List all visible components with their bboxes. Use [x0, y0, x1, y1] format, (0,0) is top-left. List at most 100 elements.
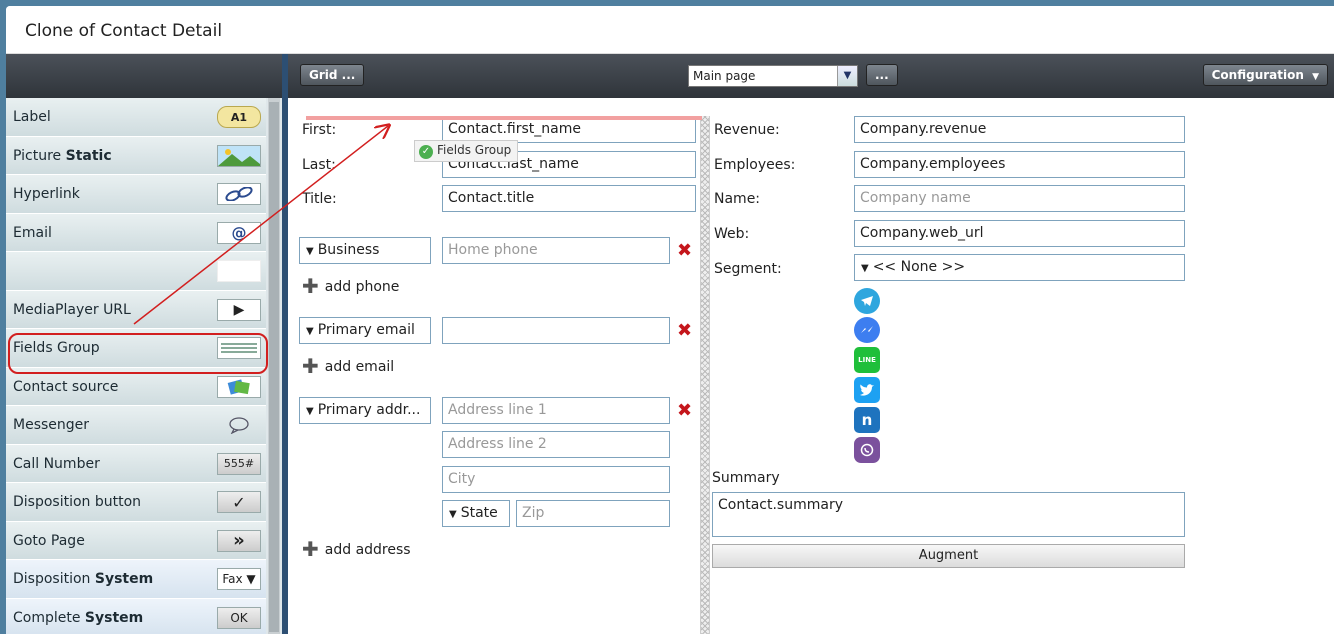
add-address-link[interactable]: ✚ add address	[302, 537, 411, 561]
palette-item-complete-system-bold: System	[84, 609, 144, 626]
at-icon: @	[217, 221, 261, 244]
palette-item-picture[interactable]: Picture Static	[6, 136, 266, 175]
palette-item-email-text: Email	[13, 224, 52, 241]
palette-header	[6, 54, 282, 98]
palette-item-disposition-button[interactable]: Disposition button ✓	[6, 483, 266, 522]
add-address-label: add address	[324, 542, 411, 558]
palette-item-blank[interactable]	[6, 252, 266, 291]
revenue-field[interactable]: Company.revenue	[854, 116, 1185, 143]
drag-tooltip-label: Fields Group	[437, 143, 512, 157]
caret-down-icon: ▼	[861, 263, 869, 274]
column-splitter[interactable]	[700, 116, 710, 634]
palette-item-email[interactable]: Email @	[6, 213, 266, 252]
palette-scrollbar-thumb[interactable]	[269, 102, 279, 632]
line-icon[interactable]: LINE	[854, 347, 880, 373]
zip-field[interactable]: Zip	[516, 500, 670, 527]
caret-down-icon: ▼	[306, 326, 314, 337]
palette-item-hyperlink-text: Hyperlink	[13, 186, 80, 202]
address-line2-field[interactable]: Address line 2	[442, 431, 670, 458]
label-icon: A1	[217, 106, 261, 128]
plus-icon: ✚	[302, 274, 319, 298]
revenue-label: Revenue:	[714, 122, 780, 138]
caret-down-icon: ▼	[306, 246, 314, 257]
configuration-button[interactable]: Configuration ▼	[1202, 64, 1328, 86]
palette-item-mediaplayer-text: MediaPlayer URL	[13, 301, 131, 318]
employees-label: Employees:	[714, 157, 796, 173]
fax-dropdown-icon: Fax ▼	[217, 568, 261, 590]
email-field[interactable]	[442, 317, 670, 344]
palette-item-hyperlink[interactable]: Hyperlink	[6, 175, 266, 214]
phone-type-dropdown[interactable]: ▼ Business	[299, 237, 431, 264]
palette-item-disposition-system-text: Disposition	[13, 571, 95, 587]
summary-textarea[interactable]: Contact.summary	[712, 492, 1185, 537]
web-field[interactable]: Company.web_url	[854, 220, 1185, 247]
fields-group-highlight	[8, 333, 268, 374]
palette-item-disposition-button-text: Disposition button	[13, 494, 142, 510]
employees-field[interactable]: Company.employees	[854, 151, 1185, 178]
app-window: Clone of Contact Detail Label A1 Picture…	[6, 6, 1334, 634]
state-dropdown[interactable]: ▼ State	[442, 500, 510, 527]
window-title: Clone of Contact Detail	[25, 21, 223, 41]
plus-icon: ✚	[302, 354, 319, 378]
title-bar: Clone of Contact Detail	[6, 6, 1334, 54]
first-name-field[interactable]: Contact.first_name	[442, 116, 696, 143]
twitter-icon[interactable]	[854, 377, 880, 403]
play-icon: ▶	[217, 298, 261, 321]
email-type-value: Primary email	[317, 322, 415, 338]
palette-item-messenger[interactable]: Messenger	[6, 406, 266, 445]
design-canvas: First: Contact.first_name Last: Contact.…	[288, 98, 1334, 634]
delete-email-icon[interactable]: ✖	[677, 322, 692, 340]
drop-indicator	[306, 116, 702, 120]
dialpad-icon: 555#	[217, 452, 261, 475]
company-name-label: Name:	[714, 191, 761, 207]
palette-item-disposition-system[interactable]: Disposition System Fax ▼	[6, 560, 266, 599]
picture-icon	[217, 144, 261, 167]
viber-icon[interactable]	[854, 437, 880, 463]
add-phone-link[interactable]: ✚ add phone	[302, 274, 399, 298]
city-field[interactable]: City	[442, 466, 670, 493]
segment-value: << None >>	[872, 259, 966, 275]
link-icon	[217, 183, 261, 205]
check-circle-icon: ✓	[419, 145, 433, 159]
address-line1-field[interactable]: Address line 1	[442, 397, 670, 424]
speech-bubble-icon	[217, 414, 261, 436]
palette-item-mediaplayer[interactable]: MediaPlayer URL ▶	[6, 290, 266, 329]
augment-button[interactable]: Augment	[712, 544, 1185, 568]
summary-label: Summary	[712, 470, 780, 486]
palette-item-complete-system[interactable]: Complete System OK	[6, 598, 266, 634]
chevron-down-icon[interactable]: ▼	[837, 66, 857, 86]
ok-button-icon: OK	[217, 606, 261, 629]
grid-button[interactable]: Grid ...	[300, 64, 365, 86]
drag-tooltip: ✓ Fields Group	[414, 140, 519, 162]
page-options-button[interactable]: ...	[866, 64, 898, 86]
add-email-link[interactable]: ✚ add email	[302, 354, 394, 378]
segment-dropdown[interactable]: ▼ << None >>	[854, 254, 1185, 281]
company-name-field[interactable]: Company name	[854, 185, 1185, 212]
telegram-icon[interactable]	[854, 288, 880, 314]
delete-phone-icon[interactable]: ✖	[677, 242, 692, 260]
palette-item-goto-page[interactable]: Goto Page »	[6, 521, 266, 560]
phone-field[interactable]: Home phone	[442, 237, 670, 264]
web-label: Web:	[714, 226, 750, 242]
address-type-dropdown[interactable]: ▼ Primary addr...	[299, 397, 431, 424]
caret-down-icon: ▼	[1312, 72, 1319, 82]
add-email-label: add email	[324, 359, 395, 375]
delete-address-icon[interactable]: ✖	[677, 402, 692, 420]
page-select[interactable]: Main page ▼	[688, 65, 858, 87]
state-label: State	[460, 505, 498, 521]
title-field[interactable]: Contact.title	[442, 185, 696, 212]
palette-item-goto-page-text: Goto Page	[13, 532, 85, 549]
nextiva-icon[interactable]: n	[854, 407, 880, 433]
messenger-icon[interactable]	[854, 317, 880, 343]
address-type-value: Primary addr...	[317, 402, 421, 418]
palette-scrollbar[interactable]	[268, 98, 280, 634]
title-label: Title:	[302, 191, 337, 207]
palette-item-label[interactable]: Label A1	[6, 98, 266, 137]
contact-source-icon	[217, 375, 261, 398]
palette-item-disposition-system-bold: System	[94, 571, 154, 587]
segment-label: Segment:	[714, 261, 782, 277]
email-type-dropdown[interactable]: ▼ Primary email	[299, 317, 431, 344]
palette-item-call-number[interactable]: Call Number 555#	[6, 444, 266, 483]
last-label: Last:	[302, 157, 336, 173]
phone-type-value: Business	[317, 242, 380, 258]
